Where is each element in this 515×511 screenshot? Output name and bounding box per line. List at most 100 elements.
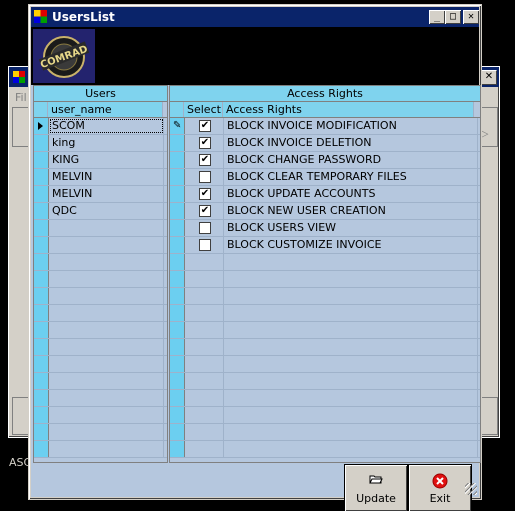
select-checkbox[interactable]: ✔ [199, 154, 211, 166]
row-header[interactable] [170, 271, 185, 287]
table-row[interactable] [170, 356, 480, 373]
user-name-cell[interactable] [49, 339, 164, 355]
user-name-cell[interactable] [49, 322, 164, 338]
users-grid[interactable]: Users user_name SCOM king KING MELVIN MELVIN… [33, 85, 168, 463]
user-name-cell[interactable]: king [49, 135, 164, 151]
user-name-cell[interactable] [49, 254, 164, 270]
select-checkbox[interactable] [199, 239, 211, 251]
row-header[interactable] [34, 339, 49, 355]
row-header[interactable] [170, 424, 185, 440]
row-header[interactable] [34, 356, 49, 372]
access-right-cell[interactable] [224, 424, 478, 440]
titlebar[interactable]: UsersList _ □ ✕ [31, 7, 479, 27]
table-row[interactable] [34, 339, 167, 356]
table-row[interactable] [34, 441, 167, 458]
user-name-cell[interactable] [49, 407, 164, 423]
row-header[interactable] [170, 305, 185, 321]
table-row[interactable] [170, 271, 480, 288]
background-close-button[interactable]: ✕ [481, 70, 497, 85]
user-name-cell[interactable]: MELVIN [49, 169, 164, 185]
table-row[interactable] [34, 288, 167, 305]
access-right-cell[interactable]: BLOCK CHANGE PASSWORD [224, 152, 478, 168]
table-row[interactable]: MELVIN [34, 169, 167, 186]
table-row[interactable] [170, 390, 480, 407]
access-right-cell[interactable] [224, 305, 478, 321]
row-header[interactable] [34, 237, 49, 253]
row-header[interactable] [170, 220, 185, 236]
select-checkbox[interactable]: ✔ [199, 205, 211, 217]
column-header-user-name[interactable]: user_name [48, 102, 163, 117]
table-row[interactable]: QDC [34, 203, 167, 220]
column-header-access-rights[interactable]: Access Rights [223, 102, 474, 117]
resize-grip[interactable] [465, 483, 477, 495]
row-header[interactable] [170, 407, 185, 423]
row-header[interactable] [170, 322, 185, 338]
access-right-cell[interactable] [224, 390, 478, 406]
row-header[interactable] [170, 169, 185, 185]
table-row[interactable] [34, 424, 167, 441]
row-header[interactable] [34, 322, 49, 338]
table-row[interactable]: ✔ BLOCK NEW USER CREATION [170, 203, 480, 220]
table-row[interactable]: ✎ ✔ BLOCK INVOICE MODIFICATION [170, 118, 480, 135]
access-right-cell[interactable] [224, 356, 478, 372]
row-header[interactable] [34, 118, 49, 134]
table-row[interactable] [170, 339, 480, 356]
table-row[interactable] [34, 237, 167, 254]
user-name-cell[interactable] [49, 237, 164, 253]
table-row[interactable] [170, 254, 480, 271]
access-right-cell[interactable] [224, 288, 478, 304]
update-button[interactable]: Update [345, 465, 407, 511]
row-header[interactable] [34, 271, 49, 287]
row-header[interactable] [34, 305, 49, 321]
table-row[interactable] [170, 305, 480, 322]
row-header[interactable] [34, 288, 49, 304]
row-header[interactable] [34, 135, 49, 151]
table-row[interactable] [34, 390, 167, 407]
access-right-cell[interactable]: BLOCK UPDATE ACCOUNTS [224, 186, 478, 202]
access-right-cell[interactable] [224, 373, 478, 389]
table-row[interactable]: BLOCK CUSTOMIZE INVOICE [170, 237, 480, 254]
row-header[interactable] [170, 339, 185, 355]
table-row[interactable] [34, 220, 167, 237]
column-header-select[interactable]: Select [184, 102, 223, 117]
user-name-cell[interactable] [49, 220, 164, 236]
user-name-cell[interactable] [49, 441, 164, 457]
row-header[interactable] [34, 407, 49, 423]
user-name-cell[interactable]: KING [49, 152, 164, 168]
access-right-cell[interactable] [224, 322, 478, 338]
row-header[interactable] [170, 441, 185, 457]
exit-button[interactable]: Exit [409, 465, 471, 511]
user-name-cell[interactable] [49, 305, 164, 321]
row-header[interactable] [170, 203, 185, 219]
user-name-cell[interactable] [49, 288, 164, 304]
user-name-cell[interactable]: SCOM [49, 118, 164, 134]
table-row[interactable] [170, 288, 480, 305]
access-right-cell[interactable] [224, 339, 478, 355]
table-row[interactable] [34, 373, 167, 390]
table-row[interactable]: MELVIN [34, 186, 167, 203]
user-name-cell[interactable] [49, 271, 164, 287]
row-header[interactable] [34, 203, 49, 219]
access-right-cell[interactable]: BLOCK NEW USER CREATION [224, 203, 478, 219]
user-name-cell[interactable] [49, 424, 164, 440]
access-right-cell[interactable] [224, 441, 478, 457]
table-row[interactable] [34, 322, 167, 339]
access-right-cell[interactable]: BLOCK CLEAR TEMPORARY FILES [224, 169, 478, 185]
user-name-cell[interactable]: QDC [49, 203, 164, 219]
row-header[interactable] [34, 424, 49, 440]
table-row[interactable]: BLOCK CLEAR TEMPORARY FILES [170, 169, 480, 186]
access-rights-grid[interactable]: Access Rights Select Access Rights ✎ ✔ BLO… [169, 85, 481, 463]
row-header[interactable] [170, 288, 185, 304]
row-header[interactable] [34, 186, 49, 202]
table-row[interactable] [34, 407, 167, 424]
table-row[interactable]: BLOCK USERS VIEW [170, 220, 480, 237]
access-right-cell[interactable] [224, 271, 478, 287]
row-header[interactable] [170, 237, 185, 253]
row-header[interactable]: ✎ [170, 118, 185, 134]
access-right-cell[interactable]: BLOCK INVOICE MODIFICATION [224, 118, 478, 134]
access-right-cell[interactable]: BLOCK INVOICE DELETION [224, 135, 478, 151]
select-checkbox[interactable]: ✔ [199, 137, 211, 149]
access-right-cell[interactable]: BLOCK USERS VIEW [224, 220, 478, 236]
row-header[interactable] [170, 390, 185, 406]
background-menu[interactable]: Fil [15, 91, 27, 104]
